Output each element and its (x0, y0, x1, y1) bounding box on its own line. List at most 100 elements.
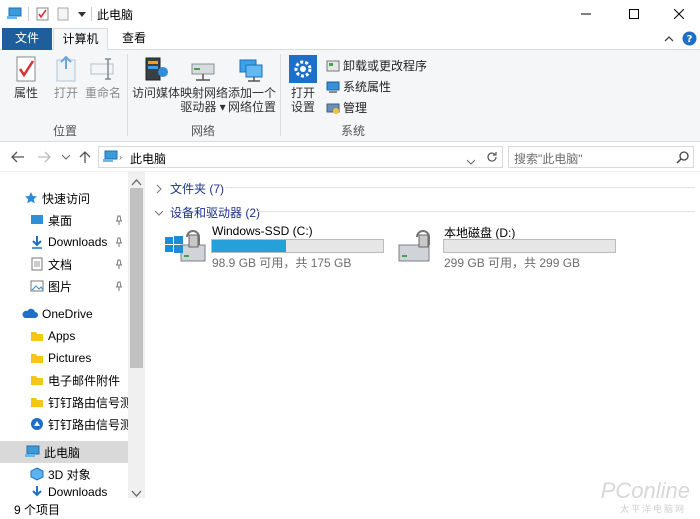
nav-item-email-attachments[interactable]: 电子邮件附件 (0, 369, 128, 391)
this-pc-icon (6, 6, 22, 22)
navigation-bar: › 此电脑 搜索"此电脑" (0, 142, 700, 172)
chevron-right-icon (156, 184, 162, 193)
nav-item-downloads-pc[interactable]: Downloads (0, 485, 128, 498)
back-icon[interactable] (10, 149, 26, 165)
tab-computer[interactable]: 计算机 (53, 28, 108, 51)
nav-item-dingding-test-2[interactable]: 钉钉路由信号测试 (0, 413, 128, 435)
drive-c[interactable]: Windows-SSD (C:) 98.9 GB 可用，共 175 GB (163, 223, 393, 270)
uninstall-programs-command[interactable]: 卸载或更改程序 (326, 57, 427, 74)
address-dropdown-icon[interactable] (466, 154, 476, 168)
chevron-down-icon (154, 210, 164, 216)
drive-usage-fill (212, 240, 287, 252)
folder-icon (31, 376, 43, 385)
nav-item-3d-objects[interactable]: 3D 对象 (0, 463, 128, 485)
nav-item-documents[interactable]: 文档 (0, 253, 128, 275)
pictures-icon (30, 280, 44, 292)
access-media-button[interactable]: 访问媒体 (132, 54, 180, 100)
manage-icon (326, 103, 340, 114)
windows-drive-icon (165, 230, 206, 262)
drive-usage-bar (443, 239, 616, 253)
downloads-icon (32, 236, 42, 249)
help-icon[interactable]: ? (682, 31, 697, 46)
system-properties-command[interactable]: 系统属性 (326, 78, 391, 95)
tab-view[interactable]: 查看 (112, 28, 156, 50)
forward-icon[interactable] (36, 149, 52, 165)
window-title: 此电脑 (97, 8, 134, 22)
group-label-network: 网络 (190, 124, 215, 138)
this-pc-icon (102, 150, 118, 167)
3d-objects-icon (30, 467, 44, 481)
properties-quick-icon[interactable] (35, 6, 51, 22)
open-button[interactable]: 打开 (48, 54, 84, 100)
programs-icon (326, 60, 340, 71)
properties-icon (16, 56, 36, 82)
watermark-sub: 太平洋电脑网 (619, 504, 686, 514)
status-bar: 9 个项目 (0, 498, 700, 519)
nav-quick-access[interactable]: 快速访问 (0, 187, 128, 209)
address-path[interactable]: 此电脑 (130, 150, 166, 167)
system-properties-icon (326, 81, 340, 93)
network-folder-icon (31, 418, 43, 430)
pin-icon (116, 237, 122, 247)
nav-item-desktop[interactable]: 桌面 (0, 209, 128, 231)
open-icon (56, 55, 76, 82)
collapse-ribbon-icon[interactable] (662, 32, 676, 46)
media-server-icon (145, 57, 168, 81)
group-label-location: 位置 (52, 124, 77, 138)
address-bar[interactable]: › 此电脑 (98, 146, 503, 168)
nav-onedrive[interactable]: OneDrive (0, 303, 128, 325)
item-count: 9 个项目 (14, 503, 61, 517)
pin-icon (116, 215, 122, 225)
recent-locations-icon[interactable] (58, 149, 74, 165)
documents-icon (31, 257, 43, 271)
nav-item-apps[interactable]: Apps (0, 325, 128, 347)
desktop-icon (31, 215, 43, 224)
folder-icon (31, 354, 43, 363)
map-network-drive-button[interactable]: 映射网络 驱动器 ▾ (180, 54, 228, 114)
svg-text:?: ? (687, 34, 693, 45)
drives-group-header[interactable]: 设备和驱动器 (2) (154, 204, 260, 221)
nav-item-dingding-test-1[interactable]: 钉钉路由信号测试 (0, 391, 128, 413)
drive-d[interactable]: 本地磁盘 (D:) 299 GB 可用，共 299 GB (395, 223, 625, 270)
folder-icon (31, 332, 43, 341)
ribbon-tabs: 文件 计算机 查看 ? (0, 28, 700, 51)
close-button[interactable] (656, 0, 700, 28)
rename-button[interactable]: 重命名 (84, 54, 122, 100)
nav-this-pc[interactable]: 此电脑 (0, 441, 128, 463)
folders-group-header[interactable]: 文件夹 (7) (154, 180, 224, 197)
nav-scroll-thumb[interactable] (130, 188, 143, 368)
ribbon: 属性 打开 重命名 位置 访问媒体 映射网络 驱动器 ▾ 添加一个 网络位置 网… (0, 50, 700, 142)
scroll-up-icon[interactable] (131, 175, 142, 189)
navigation-pane: 快速访问 桌面 Downloads 文档 图片 OneDrive Apps Pi… (0, 172, 145, 498)
search-placeholder: 搜索"此电脑" (514, 152, 583, 166)
new-folder-quick-icon[interactable] (55, 6, 71, 22)
maximize-button[interactable] (611, 0, 657, 28)
properties-button[interactable]: 属性 (8, 54, 44, 100)
folder-icon (31, 398, 43, 407)
network-location-icon (239, 59, 263, 82)
up-icon[interactable] (77, 149, 93, 165)
pin-icon (116, 281, 122, 291)
tab-file[interactable]: 文件 (2, 28, 52, 50)
open-settings-button[interactable]: 打开 设置 (284, 54, 322, 114)
this-pc-icon (25, 445, 40, 457)
star-icon (25, 192, 37, 204)
search-icon[interactable] (676, 150, 690, 167)
drive-space-info: 299 GB 可用，共 299 GB (444, 256, 581, 270)
nav-item-pictures[interactable]: 图片 (0, 275, 128, 297)
network-drive-icon (191, 63, 215, 81)
add-network-location-button[interactable]: 添加一个 网络位置 (228, 54, 276, 114)
group-label-system: 系统 (340, 124, 365, 138)
nav-item-pictures-od[interactable]: Pictures (0, 347, 128, 369)
pin-icon (116, 259, 122, 269)
manage-command[interactable]: 管理 (326, 99, 367, 116)
settings-gear-icon (289, 55, 317, 83)
minimize-button[interactable] (563, 0, 609, 28)
title-bar: 此电脑 (0, 0, 700, 28)
refresh-icon[interactable] (485, 150, 499, 167)
drive-name: Windows-SSD (C:) (212, 224, 313, 238)
breadcrumb-separator-icon[interactable]: › (119, 152, 122, 162)
customize-quick-access-icon[interactable] (74, 6, 90, 22)
search-input[interactable]: 搜索"此电脑" (508, 146, 694, 168)
nav-item-downloads[interactable]: Downloads (0, 231, 128, 253)
